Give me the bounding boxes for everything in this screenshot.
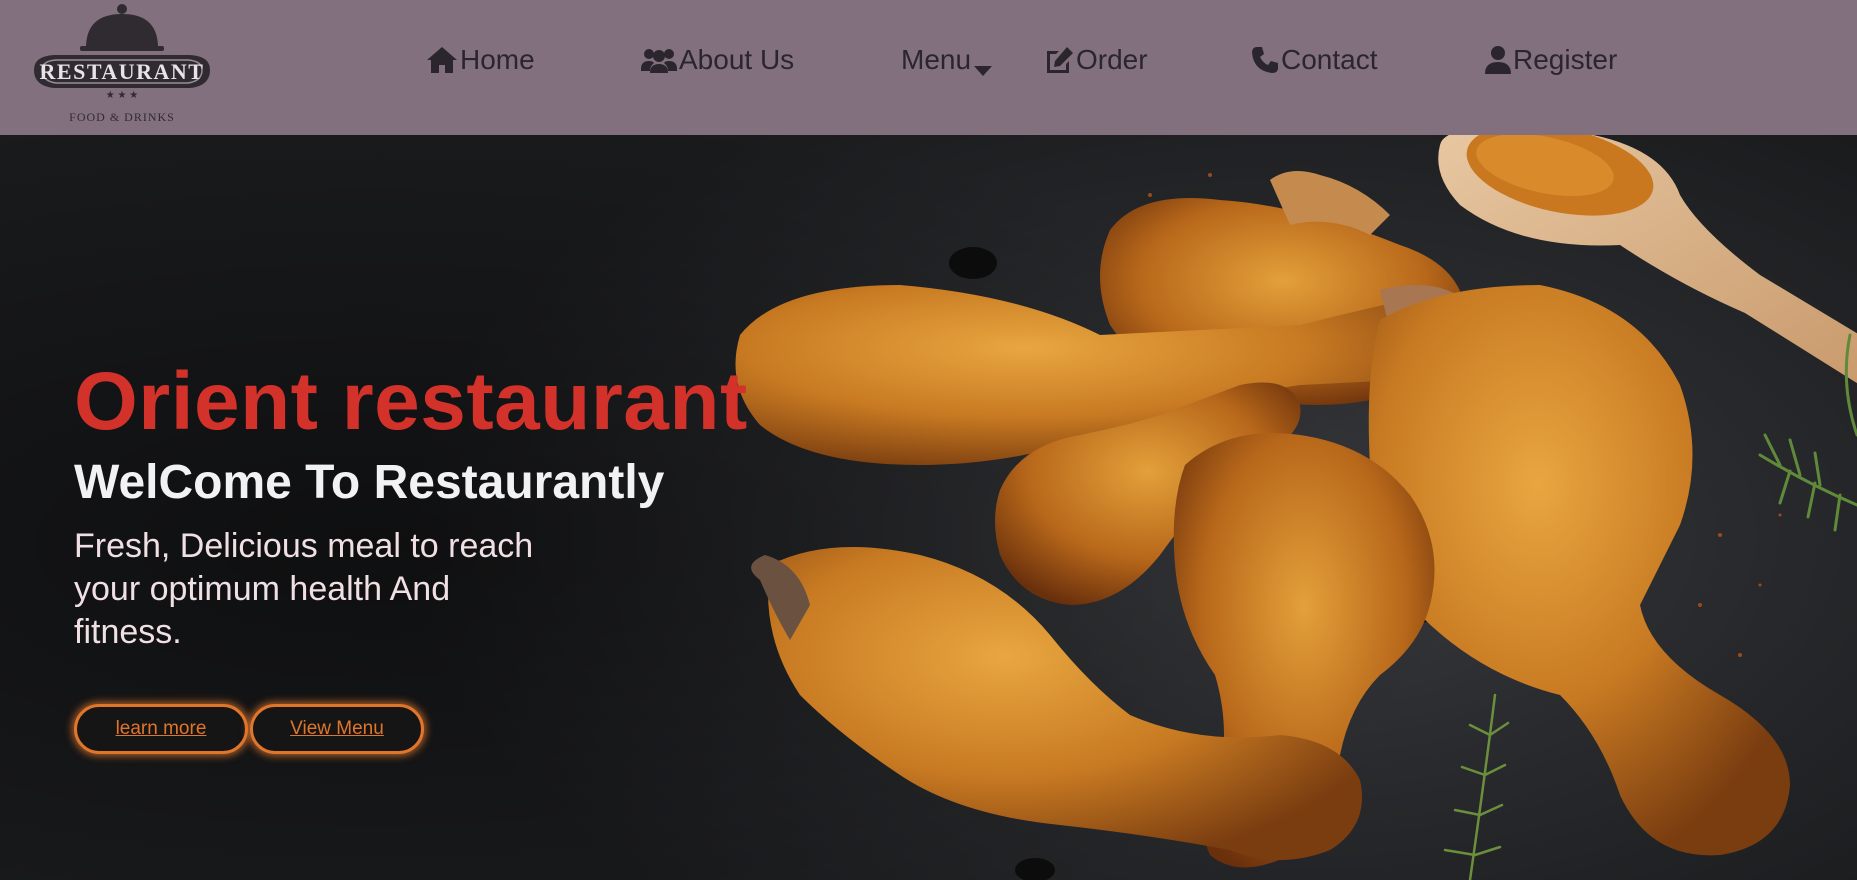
nav-menu[interactable]: Menu xyxy=(901,38,994,82)
learn-more-button[interactable]: learn more xyxy=(74,704,248,754)
nav-home[interactable]: Home xyxy=(425,38,535,82)
nav-contact[interactable]: Contact xyxy=(1250,38,1378,82)
hero-subtitle: WelCome To Restaurantly xyxy=(74,456,665,509)
svg-text:★ ★ ★: ★ ★ ★ xyxy=(106,90,138,101)
home-icon xyxy=(427,47,457,73)
hero-description: Fresh, Delicious meal to reach your opti… xyxy=(74,527,534,651)
nav-menu-label: Menu xyxy=(901,44,972,75)
users-icon xyxy=(641,49,677,73)
user-icon xyxy=(1485,46,1511,74)
navbar: RESTAURANT ★ ★ ★ FOOD & DRINKS Home Abou… xyxy=(0,0,1857,135)
nav-order[interactable]: Order xyxy=(1043,38,1148,82)
restaurant-logo[interactable]: RESTAURANT ★ ★ ★ FOOD & DRINKS xyxy=(28,0,218,130)
nav-about[interactable]: About Us xyxy=(640,38,794,82)
logo-tagline-text: FOOD & DRINKS xyxy=(69,110,175,124)
nav-home-label: Home xyxy=(460,44,535,75)
caret-down-icon xyxy=(974,66,993,76)
view-menu-button[interactable]: View Menu xyxy=(250,704,424,754)
nav-about-label: About Us xyxy=(679,44,795,75)
logo-brand-text: RESTAURANT xyxy=(40,59,205,84)
logo-emblem: RESTAURANT ★ ★ ★ FOOD & DRINKS xyxy=(34,4,210,124)
nav-register-label: Register xyxy=(1513,44,1618,75)
phone-icon xyxy=(1252,47,1278,73)
nav-register[interactable]: Register xyxy=(1484,38,1617,82)
hero-title: Orient restaurant xyxy=(74,356,748,447)
edit-icon xyxy=(1047,47,1073,73)
nav-order-label: Order xyxy=(1076,44,1148,75)
nav-contact-label: Contact xyxy=(1281,44,1378,75)
hero-section: Orient restaurant WelCome To Restaurantl… xyxy=(0,135,1857,880)
